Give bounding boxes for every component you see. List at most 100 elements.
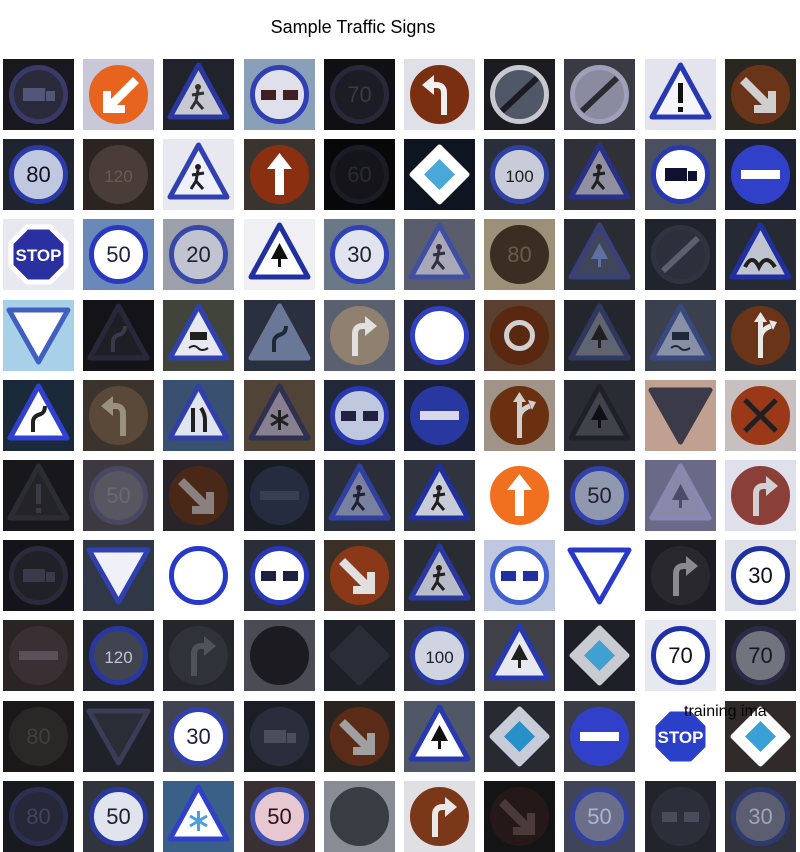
- sign-thumbnail-image: [163, 299, 235, 371]
- sign-thumbnail: [243, 460, 315, 531]
- sign-thumbnail-image: [243, 219, 315, 291]
- sign-thumbnail: [243, 620, 315, 692]
- sign-thumbnail: [564, 139, 636, 211]
- speed-limit-text: 100: [506, 167, 534, 186]
- sign-thumbnail-image: [243, 59, 315, 130]
- sign-thumbnail: [83, 379, 155, 451]
- sign-thumbnail-image: [644, 780, 716, 852]
- sign-thumbnail: 50: [83, 780, 155, 852]
- sign-thumbnail: [484, 299, 556, 371]
- sign-thumbnail: [3, 620, 74, 692]
- sign-thumbnail: [243, 219, 315, 291]
- speed-limit-text: 50: [588, 804, 612, 829]
- sign-thumbnail: [3, 59, 74, 130]
- sign-thumbnail: [3, 299, 74, 371]
- sign-thumbnail-image: 50: [83, 780, 155, 852]
- sign-thumbnail-image: [243, 299, 315, 371]
- sign-thumbnail: [484, 460, 556, 531]
- sign-thumbnail: [3, 460, 74, 531]
- sign-thumbnail-image: [163, 460, 235, 531]
- sign-thumbnail: [724, 379, 796, 451]
- sign-thumbnail-image: 80: [3, 780, 74, 852]
- speed-limit-text: 50: [267, 804, 291, 829]
- sign-thumbnail: [644, 299, 716, 371]
- sign-thumbnail: [243, 540, 315, 612]
- sign-thumbnail-image: [564, 299, 636, 371]
- sign-thumbnail-image: [243, 379, 315, 451]
- speed-limit-text: 120: [105, 648, 133, 667]
- svg-text:STOP: STOP: [16, 246, 62, 265]
- sign-thumbnail: [404, 59, 475, 130]
- sign-thumbnail-image: 30: [323, 219, 395, 291]
- sign-thumbnail: 50: [564, 780, 636, 852]
- sign-thumbnail: [564, 299, 636, 371]
- sign-thumbnail-image: [163, 540, 235, 612]
- sign-thumbnail-image: [323, 299, 395, 371]
- sign-thumbnail: [644, 460, 716, 531]
- sign-thumbnail: [323, 700, 395, 772]
- speed-limit-text: 100: [425, 648, 453, 667]
- sign-thumbnail: [404, 460, 475, 531]
- sign-thumbnail-image: 80: [3, 700, 74, 772]
- sign-thumbnail-image: [404, 460, 475, 531]
- sign-thumbnail: [83, 540, 155, 612]
- sign-thumbnail: [484, 620, 556, 692]
- svg-text:STOP: STOP: [657, 728, 703, 747]
- sign-thumbnail: [323, 299, 395, 371]
- sign-thumbnail: 30: [724, 540, 796, 612]
- sign-thumbnail-image: [3, 379, 74, 451]
- sign-thumbnail-image: [404, 139, 475, 211]
- sign-thumbnail-image: [404, 299, 475, 371]
- speed-limit-text: 30: [187, 724, 211, 749]
- sign-thumbnail: [163, 620, 235, 692]
- sign-thumbnail: [163, 59, 235, 130]
- sign-thumbnail-image: [83, 540, 155, 612]
- sign-thumbnail: 80: [3, 139, 74, 211]
- sign-thumbnail: [243, 299, 315, 371]
- speed-limit-text: 30: [347, 242, 371, 267]
- sign-thumbnail: [404, 540, 475, 612]
- sign-thumbnail-image: STOP: [3, 219, 74, 291]
- sign-thumbnail: [163, 780, 235, 852]
- sign-thumbnail: [323, 460, 395, 531]
- sign-thumbnail-image: [564, 219, 636, 291]
- sign-thumbnail-image: [163, 139, 235, 211]
- sign-thumbnail: [163, 379, 235, 451]
- sign-thumbnail: [724, 139, 796, 211]
- sign-thumbnail: [724, 59, 796, 130]
- sign-thumbnail: [243, 139, 315, 211]
- speed-limit-text: 30: [748, 804, 772, 829]
- sign-thumbnail: 50: [243, 780, 315, 852]
- sign-thumbnail-image: [484, 59, 556, 130]
- sign-thumbnail-image: [243, 460, 315, 531]
- sign-thumbnail: [564, 219, 636, 291]
- sign-thumbnail: [564, 700, 636, 772]
- sign-thumbnail-image: 50: [243, 780, 315, 852]
- sign-thumbnail: 120: [83, 620, 155, 692]
- sign-thumbnail-image: 50: [564, 460, 636, 531]
- sign-thumbnail-image: [484, 460, 556, 531]
- sign-thumbnail: [564, 379, 636, 451]
- speed-limit-text: 80: [507, 242, 531, 267]
- sign-thumbnail: [163, 139, 235, 211]
- sign-thumbnail: [243, 700, 315, 772]
- sign-thumbnail: [404, 219, 475, 291]
- sign-thumbnail: 80: [3, 780, 74, 852]
- sign-thumbnail-image: 50: [83, 219, 155, 291]
- sign-thumbnail-image: [484, 780, 556, 852]
- speed-limit-text: 120: [105, 167, 133, 186]
- sign-thumbnail-image: [3, 620, 74, 692]
- sign-thumbnail-image: [724, 139, 796, 211]
- sign-thumbnail-image: [404, 780, 475, 852]
- sign-thumbnail-image: [724, 219, 796, 291]
- sign-thumbnail: [323, 540, 395, 612]
- sign-thumbnail: 30: [323, 219, 395, 291]
- sign-thumbnail: [83, 700, 155, 772]
- sign-thumbnail: [484, 700, 556, 772]
- sign-thumbnail-image: [644, 299, 716, 371]
- sign-thumbnail-image: [644, 379, 716, 451]
- overflow-caption: training ima: [684, 703, 767, 720]
- sign-thumbnail-image: [564, 620, 636, 692]
- sign-thumbnail: 50: [83, 460, 155, 531]
- sign-thumbnail-image: [3, 59, 74, 130]
